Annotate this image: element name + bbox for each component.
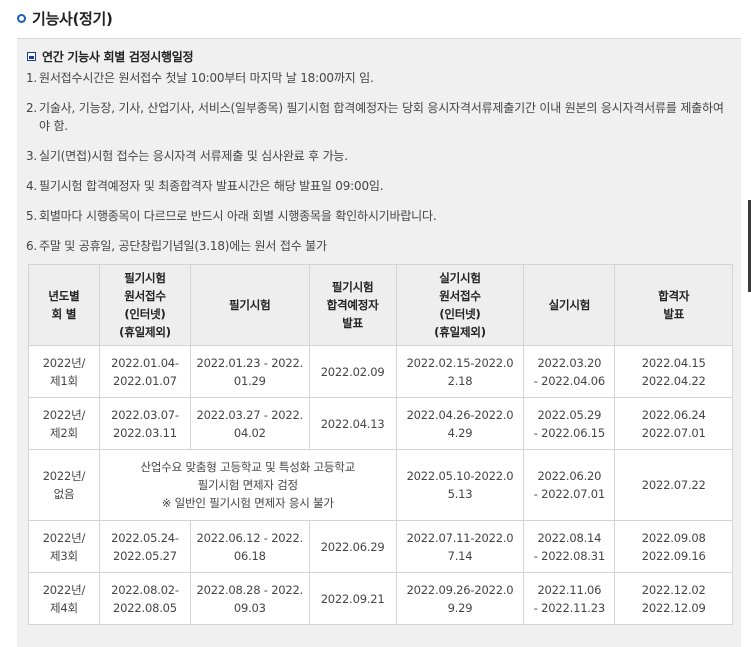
note-item: 5. 회별마다 시행종목이 다르므로 반드시 아래 회별 시행종목을 확인하시기바… (26, 207, 726, 225)
table-row: 2022년/제2회 2022.03.07- 2022.03.11 2022.03.… (28, 397, 733, 450)
cell-practical-exam: 2022.11.06- 2022.11.23 (523, 572, 616, 625)
note-number: 5. (26, 209, 38, 223)
header-practical-exam: 실기시험 (523, 264, 616, 346)
circle-bullet-icon (17, 13, 26, 23)
note-number: 2. (26, 101, 38, 115)
note-item: 4. 필기시험 합격예정자 및 최종합격자 발표시간은 해당 발표일 09:00임… (26, 177, 726, 195)
cell-written-apply: 2022.01.04- 2022.01.07 (98, 345, 192, 398)
cell-written-result: 2022.04.13 (308, 397, 397, 450)
cell-final-result: 2022.07.22 (614, 449, 733, 521)
exam-schedule-table: 년도별 회 별 필기시험 원서접수 (인터넷) (휴일제외) 필기시험 필기시험 합격예정… (28, 264, 733, 625)
cell-round: 2022년/없음 (28, 449, 100, 521)
section-header: 연간 기능사 회별 검정시행일정 (27, 48, 194, 64)
cell-round: 2022년/제1회 (28, 345, 100, 398)
note-text: 회별마다 시행종목이 다르므로 반드시 아래 회별 시행종목을 확인하시기바랍니… (39, 209, 437, 223)
cell-written-exam: 2022.01.23 - 2022. 01.29 (190, 345, 310, 398)
cell-practical-apply: 2022.02.15-2022.0 2.18 (395, 345, 525, 398)
note-text: 기술사, 기능장, 기사, 산업기사, 서비스(일부종목) 필기시험 합격예정자… (39, 101, 724, 133)
cell-final-result: 2022.04.15 2022.04.22 (614, 345, 733, 398)
cell-written-apply: 2022.08.02- 2022.08.05 (98, 572, 192, 625)
cell-practical-exam: 2022.08.14- 2022.08.31 (523, 520, 616, 573)
header-final-result: 합격자 발표 (614, 264, 733, 346)
header-round: 년도별 회 별 (28, 264, 100, 346)
page-title-row: 기능사(정기) (17, 8, 113, 28)
cell-written-exam: 2022.06.12 - 2022. 06.18 (190, 520, 310, 573)
header-written-apply: 필기시험 원서접수 (인터넷) (휴일제외) (98, 264, 192, 346)
cell-practical-apply: 2022.05.10-2022.0 5.13 (395, 449, 525, 521)
table-row: 2022년/제4회 2022.08.02- 2022.08.05 2022.08.… (28, 572, 733, 625)
table-row: 2022년/없음 산업수요 맞춤형 고등학교 및 특성화 고등학교 필기시험 면제… (28, 449, 733, 521)
note-number: 3. (26, 149, 38, 163)
note-text: 필기시험 합격예정자 및 최종합격자 발표시간은 해당 발표일 09:00임. (39, 179, 384, 193)
cell-final-result: 2022.09.08 2022.09.16 (614, 520, 733, 573)
table-row: 2022년/제1회 2022.01.04- 2022.01.07 2022.01.… (28, 345, 733, 398)
note-text: 원서접수시간은 원서접수 첫날 10:00부터 마지막 날 18:00까지 임. (39, 71, 374, 85)
cell-written-apply: 2022.05.24- 2022.05.27 (98, 520, 192, 573)
page-title: 기능사(정기) (32, 9, 113, 28)
table-row: 2022년/제3회 2022.05.24- 2022.05.27 2022.06.… (28, 520, 733, 573)
note-text: 실기(면접)시험 접수는 응시자격 서류제출 및 심사완료 후 가능. (39, 149, 348, 163)
note-item: 3. 실기(면접)시험 접수는 응시자격 서류제출 및 심사완료 후 가능. (26, 147, 726, 165)
cell-practical-apply: 2022.09.26-2022.0 9.29 (395, 572, 525, 625)
cell-final-result: 2022.12.02 2022.12.09 (614, 572, 733, 625)
cell-round: 2022년/제4회 (28, 572, 100, 625)
notes-list: 1. 원서접수시간은 원서접수 첫날 10:00부터 마지막 날 18:00까지 … (26, 69, 726, 267)
cell-written-result: 2022.02.09 (308, 345, 397, 398)
section-title: 연간 기능사 회별 검정시행일정 (42, 49, 194, 64)
cell-exemption-note: 산업수요 맞춤형 고등학교 및 특성화 고등학교 필기시험 면제자 검정 ※ 일반인… (98, 449, 397, 521)
cell-round: 2022년/제2회 (28, 397, 100, 450)
square-bullet-icon (27, 51, 36, 61)
cell-written-exam: 2022.08.28 - 2022. 09.03 (190, 572, 310, 625)
cell-practical-apply: 2022.04.26-2022.0 4.29 (395, 397, 525, 450)
note-text: 주말 및 공휴일, 공단창립기념일(3.18)에는 원서 접수 불가 (39, 239, 327, 253)
note-item: 6. 주말 및 공휴일, 공단창립기념일(3.18)에는 원서 접수 불가 (26, 237, 726, 255)
header-written-result: 필기시험 합격예정자 발표 (308, 264, 397, 346)
cell-written-apply: 2022.03.07- 2022.03.11 (98, 397, 192, 450)
table-header-row: 년도별 회 별 필기시험 원서접수 (인터넷) (휴일제외) 필기시험 필기시험 합격예정… (28, 264, 733, 346)
cell-written-result: 2022.06.29 (308, 520, 397, 573)
cell-round: 2022년/제3회 (28, 520, 100, 573)
cell-written-result: 2022.09.21 (308, 572, 397, 625)
note-number: 6. (26, 239, 38, 253)
cell-practical-exam: 2022.05.29- 2022.06.15 (523, 397, 616, 450)
header-practical-apply: 실기시험 원서접수 (인터넷) (휴일제외) (395, 264, 525, 346)
cell-practical-apply: 2022.07.11-2022.0 7.14 (395, 520, 525, 573)
note-number: 4. (26, 179, 38, 193)
note-item: 2. 기술사, 기능장, 기사, 산업기사, 서비스(일부종목) 필기시험 합격예… (26, 99, 726, 135)
cell-practical-exam: 2022.03.20- 2022.04.06 (523, 345, 616, 398)
cell-final-result: 2022.06.24 2022.07.01 (614, 397, 733, 450)
note-number: 1. (26, 71, 38, 85)
header-written-exam: 필기시험 (190, 264, 310, 346)
cell-practical-exam: 2022.06.20- 2022.07.01 (523, 449, 616, 521)
note-item: 1. 원서접수시간은 원서접수 첫날 10:00부터 마지막 날 18:00까지 … (26, 69, 726, 87)
schedule-panel: 연간 기능사 회별 검정시행일정 1. 원서접수시간은 원서접수 첫날 10:00… (17, 39, 741, 647)
cell-written-exam: 2022.03.27 - 2022. 04.02 (190, 397, 310, 450)
